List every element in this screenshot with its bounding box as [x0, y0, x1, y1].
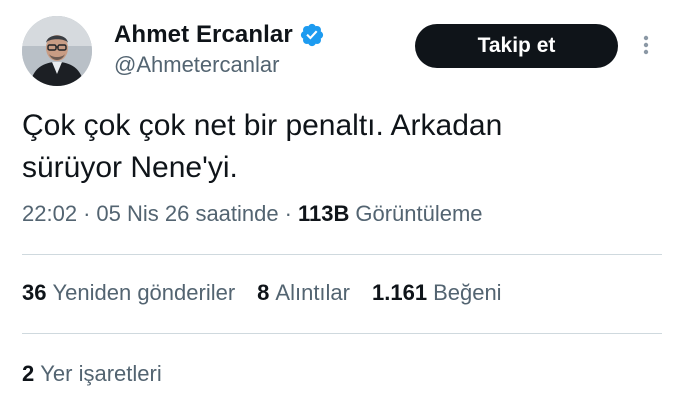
engagement-stats: 36 Yeniden gönderiler 8 Alıntılar 1.161 … [22, 280, 524, 306]
views-count: 113B [297, 201, 350, 226]
author-handle[interactable]: @Ahmetercanlar [114, 52, 279, 78]
tweet-date[interactable]: 05 Nis 26 saatinde [96, 201, 278, 227]
quotes-count: 8 [257, 280, 270, 305]
retweets-count: 36 [22, 280, 47, 305]
author-name-row[interactable]: Ahmet Ercanlar [114, 18, 325, 52]
divider [22, 254, 662, 255]
tweet-time[interactable]: 22:02 [22, 201, 77, 227]
follow-button[interactable]: Takip et [415, 24, 618, 68]
meta-separator: · [284, 201, 292, 226]
avatar-image [22, 16, 92, 86]
divider [22, 333, 662, 334]
verified-badge-icon [299, 22, 325, 48]
more-options-icon[interactable] [636, 30, 656, 60]
meta-separator: · [83, 201, 91, 226]
likes-count: 1.161 [372, 280, 428, 305]
likes-stat[interactable]: 1.161 Beğeni [372, 280, 502, 306]
views-label: Görüntüleme [355, 201, 483, 226]
avatar[interactable] [22, 16, 92, 86]
bookmarks-count: 2 [22, 361, 35, 386]
tweet-text: Çok çok çok net bir penaltı. Arkadan sür… [22, 109, 503, 184]
retweets-stat[interactable]: 36 Yeniden gönderiler [22, 280, 235, 306]
bookmarks-label: Yer işaretleri [40, 361, 162, 386]
quotes-label: Alıntılar [275, 280, 350, 305]
tweet-meta: 22:02 · 05 Nis 26 saatinde · 113B Görünt… [22, 201, 483, 227]
retweets-label: Yeniden gönderiler [52, 280, 236, 305]
author-display-name[interactable]: Ahmet Ercanlar [114, 21, 293, 49]
bookmarks-stat[interactable]: 2 Yer işaretleri [22, 361, 162, 387]
likes-label: Beğeni [433, 280, 502, 305]
quotes-stat[interactable]: 8 Alıntılar [257, 280, 350, 306]
